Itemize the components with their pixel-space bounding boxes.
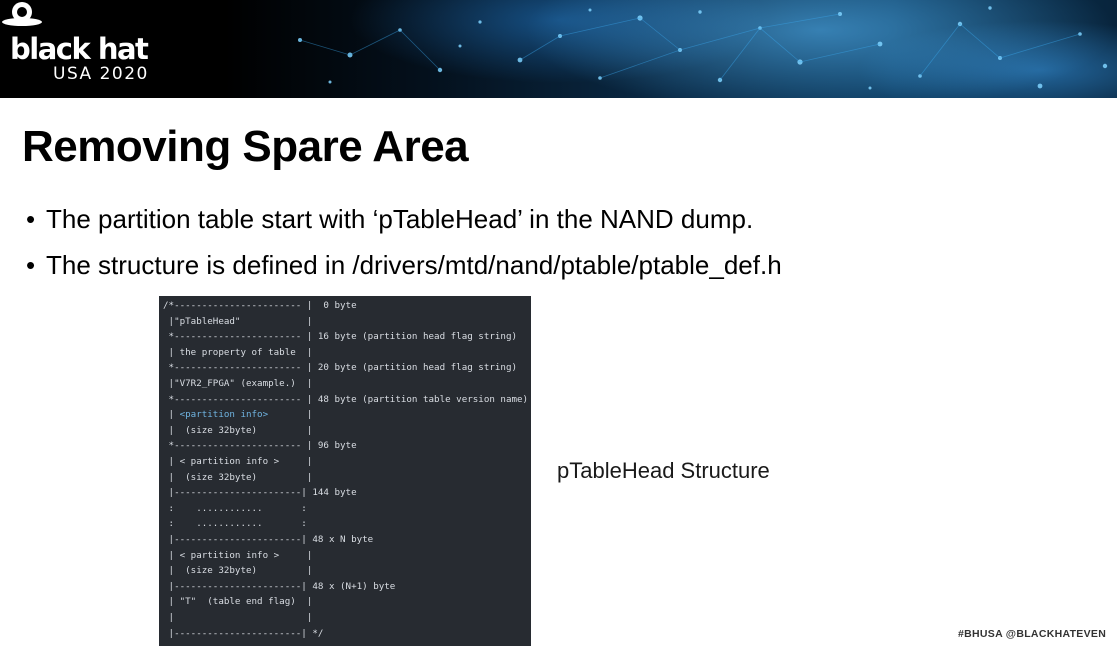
slide-title: Removing Spare Area <box>22 122 469 171</box>
black-hat-logo-icon <box>2 2 42 26</box>
bullet-item: • The structure is defined in /drivers/mt… <box>26 242 782 288</box>
logo-event-year: USA 2020 <box>53 64 149 84</box>
bullet-icon: • <box>26 250 36 280</box>
structure-caption: pTableHead Structure <box>557 458 770 483</box>
code-line: *----------------------- | 20 byte (part… <box>163 362 518 374</box>
code-line: |-----------------------| 48 x (N+1) byt… <box>163 580 396 592</box>
code-line: | (size 32byte) | <box>163 565 313 577</box>
code-line: | | <box>163 612 313 623</box>
code-line: : ............ : <box>163 502 307 514</box>
bullet-list: • The partition table start with ‘pTableH… <box>26 196 782 288</box>
code-line: |"V7R2_FPGA" (example.) | <box>163 378 313 389</box>
header-banner: black hat USA 2020 <box>0 0 1117 98</box>
code-line: | "T" (table end flag) | <box>163 596 313 608</box>
code-line: |-----------------------| 144 byte <box>163 487 357 499</box>
code-snippet-panel: /*----------------------- | 0 byte |"pTa… <box>159 296 531 646</box>
bullet-item: • The partition table start with ‘pTableH… <box>26 196 782 242</box>
code-line: *----------------------- | 16 byte (part… <box>163 331 518 343</box>
code-line: | the property of table | <box>163 346 313 358</box>
code-line: *----------------------- | 48 byte (part… <box>163 393 529 405</box>
code-line: |"pTableHead" | <box>163 315 313 327</box>
code-line: : ............ : <box>163 518 307 530</box>
code-line: | (size 32byte) | <box>163 471 313 483</box>
footer-hashtag: #BHUSA @BLACKHATEVEN <box>958 628 1107 640</box>
code-line: | < partition info > | <box>163 456 313 467</box>
code-line: | (size 32byte) | <box>163 424 313 436</box>
code-line: /*----------------------- | 0 byte <box>163 300 357 311</box>
code-line: | < partition info > | <box>163 549 313 561</box>
logo-wordmark: black hat <box>10 32 149 66</box>
code-line: |-----------------------| */ <box>163 627 324 639</box>
bullet-text: The structure is defined in /drivers/mtd… <box>46 250 782 280</box>
network-lights-graphic <box>298 6 1108 90</box>
code-line: |-----------------------| 48 x N byte <box>163 534 374 545</box>
code-line: | <partition info> | <box>163 409 313 421</box>
bullet-text: The partition table start with ‘pTableHe… <box>46 204 754 234</box>
code-line: *----------------------- | 96 byte <box>163 440 357 452</box>
bullet-icon: • <box>26 204 36 234</box>
